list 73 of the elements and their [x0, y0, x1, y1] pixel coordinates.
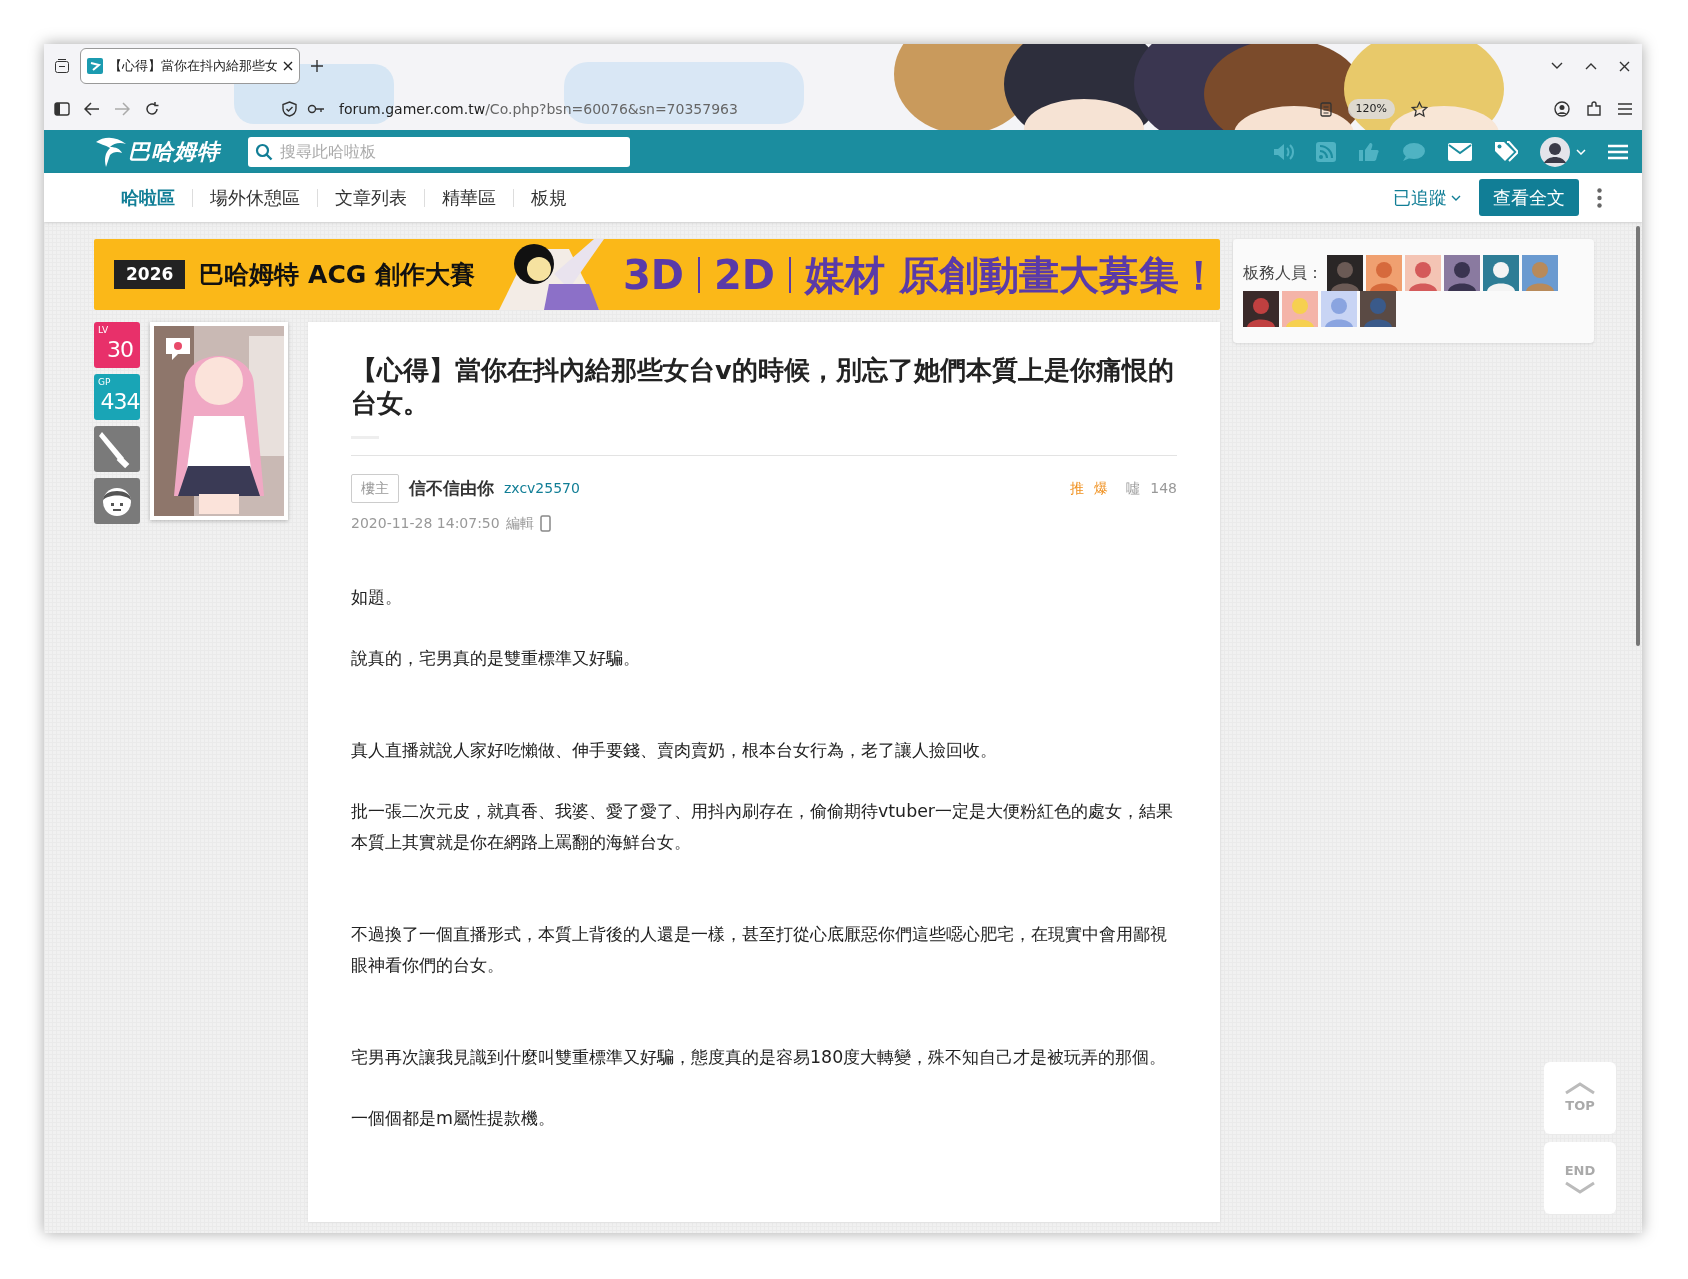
reload-icon[interactable]: [144, 101, 160, 117]
board-nav-tab[interactable]: 文章列表: [317, 188, 424, 207]
author-name[interactable]: 信不信由你: [409, 475, 494, 502]
board-nav-tab[interactable]: 精華區: [424, 188, 513, 207]
extensions-icon[interactable]: [1586, 101, 1602, 117]
board-nav-tab[interactable]: 場外休憩區: [192, 188, 317, 207]
post-paragraph: 說真的，宅男真的是雙重標準又好騙。: [351, 647, 641, 670]
moderators-label: 板務人員：: [1243, 262, 1323, 284]
tab-list-icon[interactable]: [54, 58, 70, 74]
push-count: 爆: [1094, 479, 1109, 498]
site-favicon-icon: [87, 58, 103, 74]
post-paragraph: 宅男再次讓我見識到什麼叫雙重標準又好騙，態度真的是容易180度大轉變，殊不知自己才是被玩弄的那個。: [351, 1046, 1168, 1069]
boo-label: 噓: [1126, 479, 1141, 498]
moderator-avatar[interactable]: [1444, 255, 1480, 291]
knife-badge-icon[interactable]: [94, 426, 140, 472]
shield-icon[interactable]: [282, 101, 297, 117]
banner-slogan: 媒材 原創動畫大募集！: [805, 250, 1219, 300]
chevron-up-icon: [1563, 1080, 1597, 1096]
author-id-link[interactable]: zxcv25570: [504, 478, 580, 499]
close-icon[interactable]: [283, 61, 293, 71]
account-icon[interactable]: [1554, 101, 1570, 117]
caret-icon[interactable]: [1576, 148, 1586, 155]
moderator-avatar[interactable]: [1327, 255, 1363, 291]
new-tab-icon[interactable]: [310, 59, 324, 73]
floor-tag: 樓主: [351, 474, 399, 503]
thumbs-up-icon[interactable]: [1358, 141, 1380, 162]
search-icon: [255, 142, 273, 161]
post-timestamp: 2020-11-28 14:07:50: [351, 514, 500, 533]
phone-icon: [539, 515, 551, 532]
star-icon[interactable]: [1411, 100, 1428, 118]
contest-banner[interactable]: 2026 巴哈姆特 ACG 創作大賽 3D 2D 媒材 原創動畫大募集！: [94, 239, 1220, 310]
boo-count: 148: [1150, 479, 1177, 498]
site-logo[interactable]: 巴哈姆特: [128, 135, 220, 168]
sidebar-icon[interactable]: [54, 102, 70, 116]
post-title: 【心得】當你在抖內給那些女台v的時候，別忘了她們本質上是你痛恨的台女。: [351, 354, 1175, 420]
banner-slogan: 3D: [622, 250, 684, 300]
moderator-avatar[interactable]: [1405, 255, 1441, 291]
push-label: 推: [1070, 479, 1085, 498]
caret-icon: [1451, 194, 1461, 201]
browser-tab[interactable]: 【心得】當你在抖內給那些女: [80, 48, 300, 84]
more-icon[interactable]: [1597, 187, 1602, 208]
tags-icon[interactable]: [1494, 140, 1518, 163]
year-label: 2026: [114, 259, 186, 290]
user-avatar[interactable]: [1540, 136, 1570, 167]
view-full-button[interactable]: 查看全文: [1479, 179, 1579, 216]
search-field[interactable]: 搜尋此哈啦板: [248, 136, 630, 167]
post-paragraph: 批一張二次元皮，就真香、我婆、愛了愛了、用抖內刷存在，偷偷期待vtuber一定是大便粉紅色的處女，結果本質上其實就是你在網路上罵翻的海鮮台女。: [351, 800, 1175, 854]
face-badge-icon[interactable]: [94, 478, 140, 524]
dragon-logo-icon: [94, 135, 128, 168]
menu-icon[interactable]: [1618, 103, 1632, 115]
envelope-icon[interactable]: [1448, 142, 1472, 161]
scrollbar-thumb[interactable]: [1636, 226, 1640, 646]
board-nav-tab[interactable]: 板規: [513, 188, 584, 207]
level-badge: LV 30: [94, 322, 140, 368]
board-nav-tab[interactable]: 哈啦區: [104, 188, 192, 207]
url-text[interactable]: forum.gamer.com.tw/Co.php?bsn=60076&sn=70357963: [339, 98, 738, 120]
post-paragraph: 如題。: [351, 586, 403, 609]
chevron-down-icon: [1563, 1180, 1597, 1196]
back-icon[interactable]: [84, 102, 100, 116]
key-icon[interactable]: [307, 103, 325, 115]
post-paragraph: 不過換了一個直播形式，本質上背後的人還是一樣，甚至打從心底厭惡你們這些噁心肥宅，在現實中會用鄙視眼神看你們的台女。: [351, 923, 1168, 977]
reader-view-icon[interactable]: [1319, 101, 1332, 117]
follow-dropdown[interactable]: 已追蹤: [1393, 184, 1461, 211]
banner-title: 巴哈姆特 ACG 創作大賽: [199, 258, 475, 291]
level-badge: GP 434: [94, 374, 140, 420]
post-paragraph: 一個個都是m屬性提款機。: [351, 1107, 556, 1130]
close-icon[interactable]: [1619, 60, 1630, 72]
chevron-down-icon[interactable]: [1551, 62, 1563, 70]
moderator-avatar[interactable]: [1243, 291, 1279, 327]
moderator-avatar[interactable]: [1483, 255, 1519, 291]
maximize-icon[interactable]: [1585, 62, 1597, 70]
post-paragraph: 真人直播就說人家好吃懶做、伸手要錢、賣肉賣奶，根本台女行為，老了讓人撿回收。: [351, 739, 998, 762]
banner-slogan: 2D: [714, 250, 776, 300]
